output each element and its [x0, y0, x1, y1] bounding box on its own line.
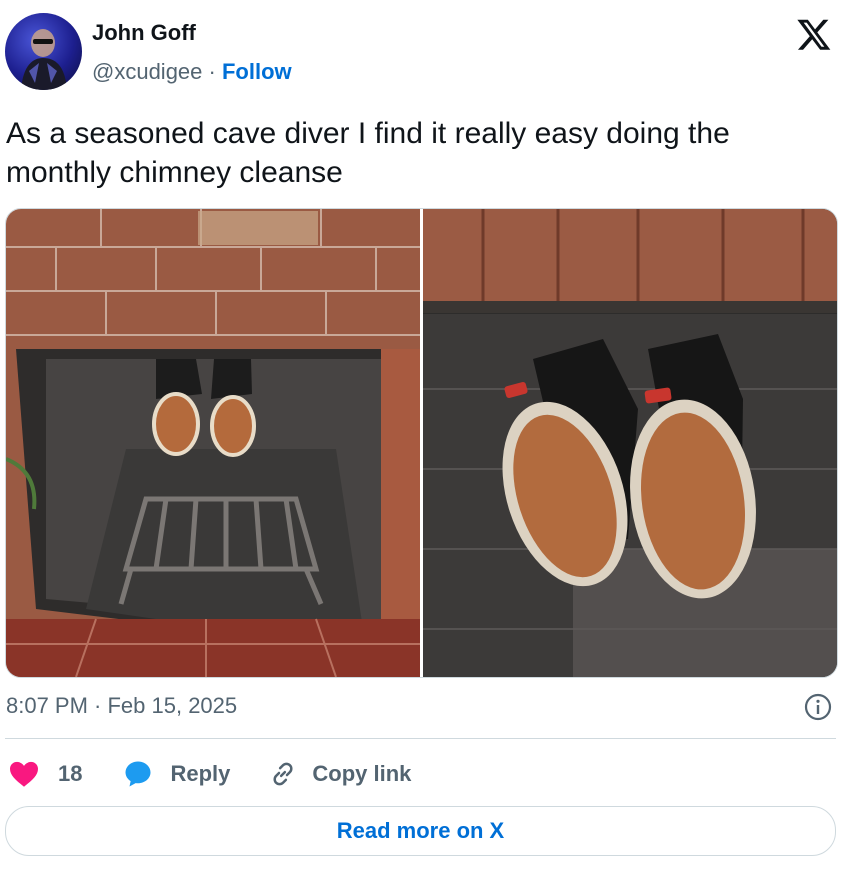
- action-bar: 18 Reply Copy link: [8, 756, 411, 792]
- follow-button[interactable]: Follow: [222, 59, 292, 84]
- handle-separator: ·: [202, 59, 222, 84]
- author-handle[interactable]: @xcudigee: [92, 59, 202, 84]
- reply-button[interactable]: Reply: [122, 759, 230, 789]
- photo-sneakers-in-fireplace[interactable]: [6, 209, 420, 677]
- tweet-text-line-1: As a seasoned cave diver I find it reall…: [6, 117, 730, 150]
- copy-link-label: Copy link: [312, 761, 412, 786]
- tweet-header: John Goff @xcudigee · Follow: [0, 0, 850, 100]
- x-logo-icon[interactable]: [796, 16, 832, 52]
- tweet-timestamp[interactable]: 8:07 PM · Feb 15, 2025: [6, 693, 237, 719]
- author-name[interactable]: John Goff: [92, 20, 196, 46]
- like-button[interactable]: 18: [8, 760, 82, 788]
- tweet-text-line-2: monthly chimney cleanse: [6, 156, 343, 189]
- divider: [5, 738, 836, 739]
- link-icon: [273, 762, 293, 786]
- info-icon[interactable]: [804, 693, 832, 721]
- tweet-text: As a seasoned cave diver I find it reall…: [6, 114, 826, 192]
- photo-sneaker-soles-closeup[interactable]: [423, 209, 837, 677]
- heart-icon: [10, 761, 38, 787]
- like-count: 18: [58, 761, 83, 786]
- avatar-photo: [21, 29, 67, 90]
- handle-line: @xcudigee · Follow: [92, 59, 292, 85]
- copy-link-button[interactable]: Copy link: [268, 759, 411, 789]
- reply-label: Reply: [170, 761, 231, 786]
- media-grid: [5, 208, 838, 678]
- reply-bubble-icon: [125, 761, 151, 787]
- read-more-button[interactable]: Read more on X: [5, 806, 836, 856]
- avatar[interactable]: [5, 13, 82, 90]
